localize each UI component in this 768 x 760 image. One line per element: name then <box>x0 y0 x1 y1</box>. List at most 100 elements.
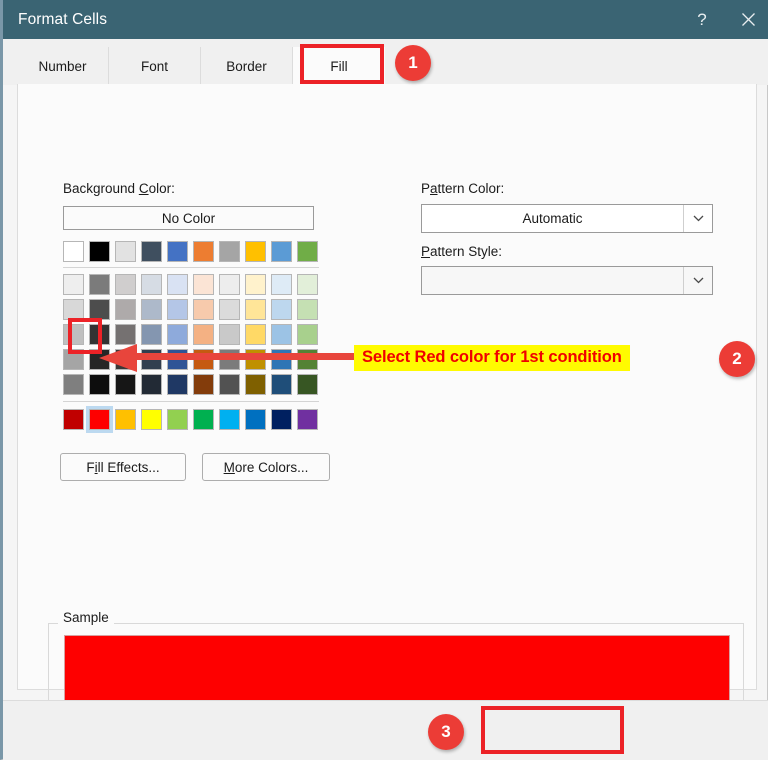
sample-legend-label: Sample <box>58 610 114 625</box>
color-swatch[interactable] <box>193 299 214 320</box>
color-swatch[interactable] <box>297 274 318 295</box>
tab-font[interactable]: Font <box>109 47 201 85</box>
color-swatch[interactable] <box>167 409 188 430</box>
title-bar: Format Cells ? <box>3 0 768 39</box>
color-swatch[interactable] <box>115 299 136 320</box>
color-swatch[interactable] <box>89 241 110 262</box>
color-swatch[interactable] <box>193 241 214 262</box>
color-swatch[interactable] <box>297 349 318 370</box>
color-swatch[interactable] <box>271 299 292 320</box>
color-swatch[interactable] <box>63 324 84 345</box>
color-swatch[interactable] <box>89 349 110 370</box>
sample-fill-preview <box>64 635 730 701</box>
fill-effects-button[interactable]: Fi ll Effects... <box>60 453 186 481</box>
color-swatch[interactable] <box>167 349 188 370</box>
color-swatch[interactable] <box>219 349 240 370</box>
color-swatch[interactable] <box>115 324 136 345</box>
color-swatch[interactable] <box>141 241 162 262</box>
color-swatch[interactable] <box>245 241 266 262</box>
color-swatch[interactable] <box>89 374 110 395</box>
color-swatch[interactable] <box>245 374 266 395</box>
color-swatch[interactable] <box>141 274 162 295</box>
pattern-style-dropdown[interactable] <box>421 266 713 295</box>
color-swatch[interactable] <box>63 241 84 262</box>
color-swatch[interactable] <box>63 299 84 320</box>
color-swatch[interactable] <box>193 374 214 395</box>
color-swatch[interactable] <box>245 299 266 320</box>
color-swatch[interactable] <box>167 299 188 320</box>
chevron-down-icon[interactable] <box>683 205 712 232</box>
color-swatch[interactable] <box>141 409 162 430</box>
color-swatch[interactable] <box>245 274 266 295</box>
color-swatch[interactable] <box>297 409 318 430</box>
color-swatch[interactable] <box>115 409 136 430</box>
chevron-down-icon[interactable] <box>683 267 712 294</box>
color-swatch-red-selected[interactable] <box>86 406 113 433</box>
color-swatch[interactable] <box>297 324 318 345</box>
palette-tint-row <box>63 324 323 345</box>
annotation-badge-2: 2 <box>719 341 755 377</box>
color-swatch[interactable] <box>219 324 240 345</box>
color-swatch[interactable] <box>219 409 240 430</box>
fill-tab-panel: Background Color: No Color F i ll Effect… <box>17 84 759 760</box>
color-swatch[interactable] <box>245 324 266 345</box>
color-swatch[interactable] <box>219 374 240 395</box>
color-swatch[interactable] <box>193 409 214 430</box>
color-swatch[interactable] <box>297 374 318 395</box>
palette-divider <box>63 401 319 402</box>
color-swatch[interactable] <box>167 324 188 345</box>
help-question-icon[interactable]: ? <box>679 0 725 39</box>
color-swatch[interactable] <box>245 349 266 370</box>
color-swatch[interactable] <box>271 274 292 295</box>
palette-standard-row <box>63 406 323 433</box>
color-swatch[interactable] <box>89 299 110 320</box>
palette-divider <box>63 267 319 268</box>
no-color-button[interactable]: No Color <box>63 206 314 230</box>
tab-fill[interactable]: Fill <box>293 47 385 85</box>
color-swatch[interactable] <box>89 324 110 345</box>
color-swatch[interactable] <box>271 324 292 345</box>
palette-tint-row <box>63 274 323 295</box>
color-swatch[interactable] <box>115 274 136 295</box>
color-swatch[interactable] <box>193 324 214 345</box>
color-swatch[interactable] <box>193 274 214 295</box>
pattern-color-value: Automatic <box>522 211 583 226</box>
color-swatch[interactable] <box>141 349 162 370</box>
more-colors-button[interactable]: More Colors... <box>202 453 330 481</box>
color-swatch[interactable] <box>63 349 84 370</box>
color-swatch[interactable] <box>297 299 318 320</box>
color-swatch[interactable] <box>271 409 292 430</box>
annotation-badge-1: 1 <box>395 45 431 81</box>
color-swatch[interactable] <box>141 324 162 345</box>
color-swatch[interactable] <box>245 409 266 430</box>
color-swatch[interactable] <box>271 374 292 395</box>
color-swatch[interactable] <box>63 274 84 295</box>
color-swatch[interactable] <box>141 299 162 320</box>
color-swatch[interactable] <box>141 374 162 395</box>
color-swatch[interactable] <box>115 241 136 262</box>
color-swatch[interactable] <box>167 241 188 262</box>
tab-number[interactable]: Number <box>17 47 109 85</box>
close-icon[interactable] <box>725 0 768 39</box>
color-swatch[interactable] <box>63 409 84 430</box>
background-color-palette <box>63 241 323 433</box>
tab-border[interactable]: Border <box>201 47 293 85</box>
color-swatch[interactable] <box>63 374 84 395</box>
color-swatch[interactable] <box>271 349 292 370</box>
annotation-badge-3: 3 <box>428 714 464 750</box>
color-swatch[interactable] <box>297 241 318 262</box>
color-swatch[interactable] <box>167 274 188 295</box>
color-swatch[interactable] <box>167 374 188 395</box>
pattern-color-dropdown[interactable]: Automatic <box>421 204 713 233</box>
color-swatch[interactable] <box>219 241 240 262</box>
color-swatch[interactable] <box>115 349 136 370</box>
color-swatch[interactable] <box>193 349 214 370</box>
palette-tint-row <box>63 374 323 395</box>
color-swatch[interactable] <box>219 274 240 295</box>
pattern-style-label: Pattern Style: <box>421 244 503 259</box>
color-swatch[interactable] <box>219 299 240 320</box>
color-swatch[interactable] <box>89 274 110 295</box>
color-swatch[interactable] <box>115 374 136 395</box>
color-swatch[interactable] <box>271 241 292 262</box>
annotation-callout-text: Select Red color for 1st condition <box>354 345 630 371</box>
